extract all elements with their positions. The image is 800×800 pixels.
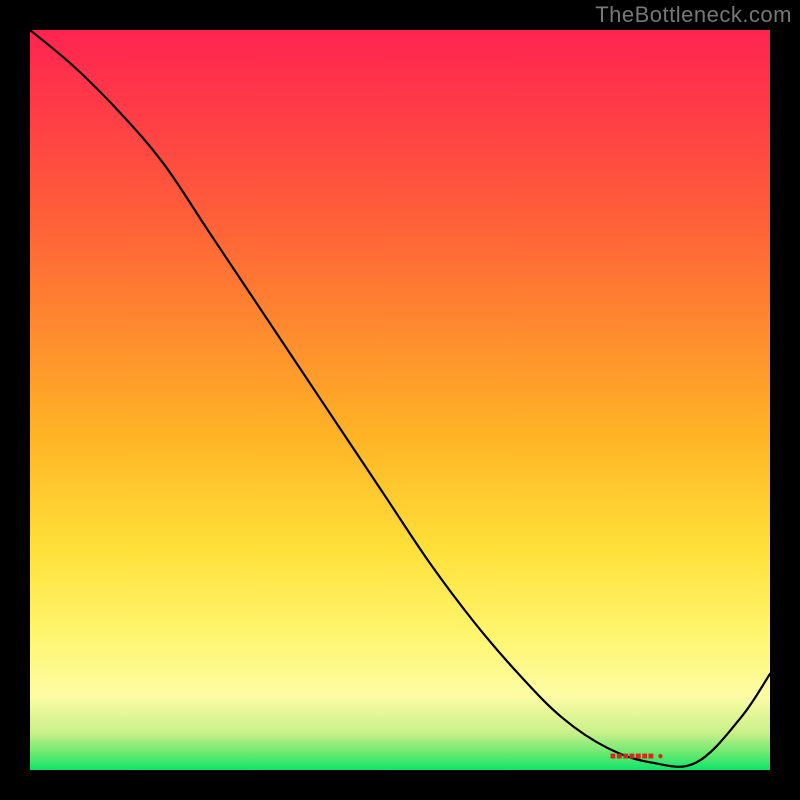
chart-svg: ■■■■■■■ ●: [30, 30, 770, 770]
gradient-background: [30, 30, 770, 770]
annotation-label: ■■■■■■■ ●: [610, 751, 664, 762]
watermark-text: TheBottleneck.com: [595, 2, 792, 28]
chart-container: TheBottleneck.com ■■■■■■■ ●: [0, 0, 800, 800]
plot-area: ■■■■■■■ ●: [30, 30, 770, 770]
